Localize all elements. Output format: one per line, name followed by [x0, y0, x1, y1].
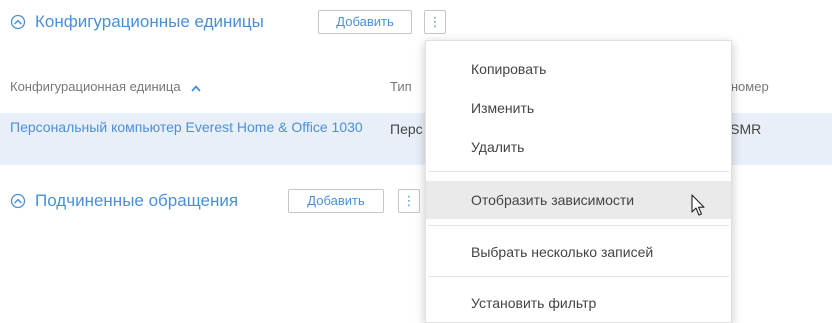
menu-item-copy[interactable]: Копировать [426, 50, 731, 88]
section-title: Конфигурационные единицы [35, 12, 264, 31]
more-actions-button[interactable]: ⋮ [398, 189, 420, 213]
menu-item-show-dependencies[interactable]: Отобразить зависимости [426, 181, 731, 219]
chevron-up-circle-icon[interactable] [10, 193, 26, 209]
section-title: Подчиненные обращения [35, 191, 239, 210]
more-actions-button[interactable]: ⋮ [424, 10, 446, 34]
column-header-type[interactable]: Тип [390, 79, 412, 94]
page: Конфигурационные единицы Добавить ⋮ Конф… [0, 0, 832, 323]
menu-item-set-filter[interactable]: Установить фильтр [426, 284, 731, 322]
chevron-up-circle-icon[interactable] [10, 14, 26, 30]
section-header-child-requests[interactable]: Подчиненные обращения [10, 188, 238, 214]
menu-divider [428, 225, 729, 226]
column-header-config-item[interactable]: Конфигурационная единица [10, 79, 201, 95]
menu-divider [428, 276, 729, 277]
menu-item-delete[interactable]: Удалить [426, 128, 731, 166]
section-header-config-items[interactable]: Конфигурационные единицы [10, 9, 264, 35]
config-item-type: Перс [390, 121, 423, 137]
config-item-name-link[interactable]: Персональный компьютер Everest Home & Of… [10, 117, 370, 137]
context-menu: Копировать Изменить Удалить Отобразить з… [425, 40, 732, 323]
mouse-pointer-icon [691, 194, 707, 218]
menu-item-edit[interactable]: Изменить [426, 89, 731, 127]
column-header-label: Конфигурационная единица [10, 79, 181, 94]
add-child-request-button[interactable]: Добавить [288, 189, 384, 213]
menu-divider [428, 171, 729, 172]
chevron-up-icon [191, 80, 201, 95]
add-config-item-button[interactable]: Добавить [318, 10, 412, 34]
menu-item-select-multiple[interactable]: Выбрать несколько записей [426, 233, 731, 271]
